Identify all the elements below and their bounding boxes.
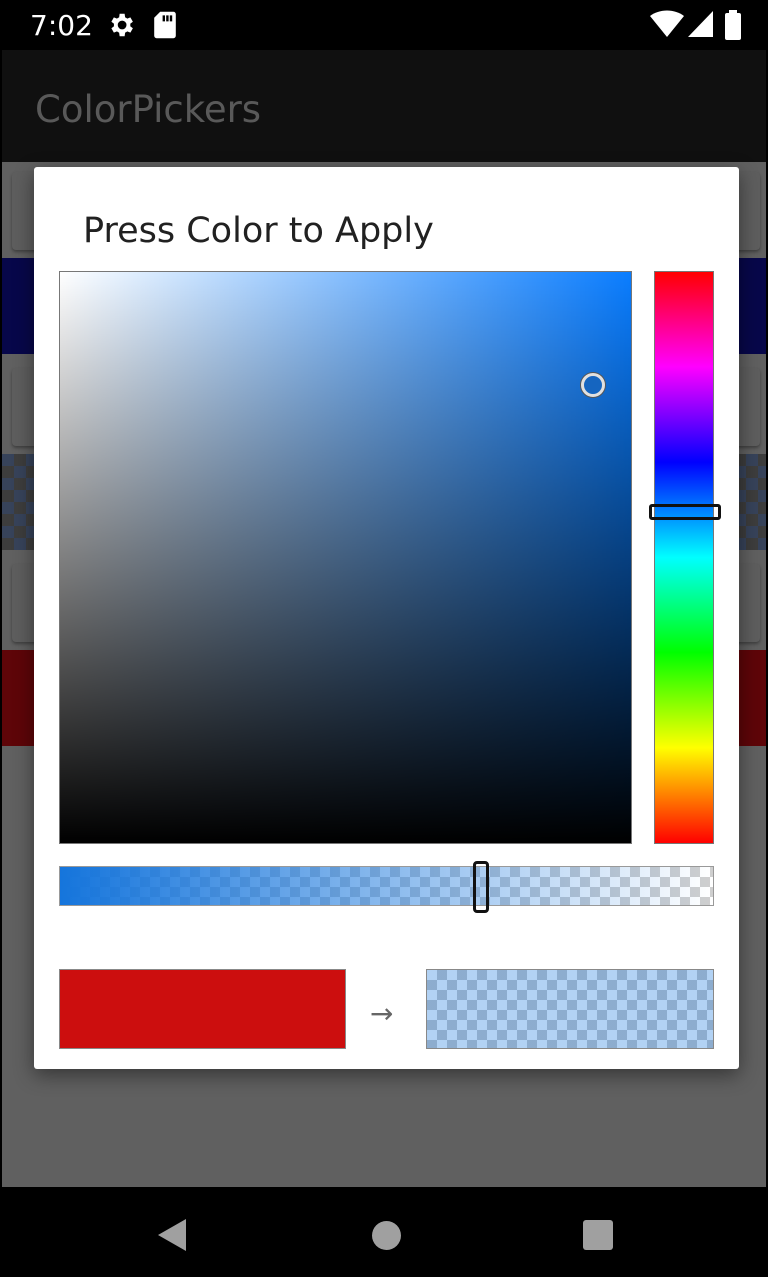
home-icon[interactable] — [372, 1221, 401, 1250]
color-picker-dialog: Press Color to Apply → — [34, 167, 739, 1069]
app-bar: ColorPickers — [2, 50, 766, 162]
arrow-icon: → — [370, 997, 394, 1030]
alpha-slider[interactable] — [59, 866, 714, 906]
wifi-icon — [650, 10, 684, 42]
signal-icon — [687, 10, 713, 42]
hue-slider[interactable] — [654, 271, 714, 844]
alpha-slider-thumb[interactable] — [473, 861, 489, 913]
sd-card-icon — [153, 10, 177, 44]
hue-slider-thumb[interactable] — [649, 504, 721, 520]
recents-icon[interactable] — [583, 1220, 613, 1250]
saturation-value-picker[interactable] — [59, 271, 632, 844]
status-time: 7:02 — [30, 9, 93, 42]
dialog-title: Press Color to Apply — [83, 211, 434, 251]
status-bar: 7:02 — [0, 0, 768, 50]
battery-icon — [725, 10, 741, 44]
back-icon[interactable] — [158, 1219, 186, 1251]
settings-icon — [106, 10, 136, 44]
app-title: ColorPickers — [35, 88, 262, 131]
new-color-preview[interactable] — [426, 969, 714, 1049]
old-color-preview[interactable] — [59, 969, 346, 1049]
saturation-value-cursor[interactable] — [581, 373, 605, 397]
